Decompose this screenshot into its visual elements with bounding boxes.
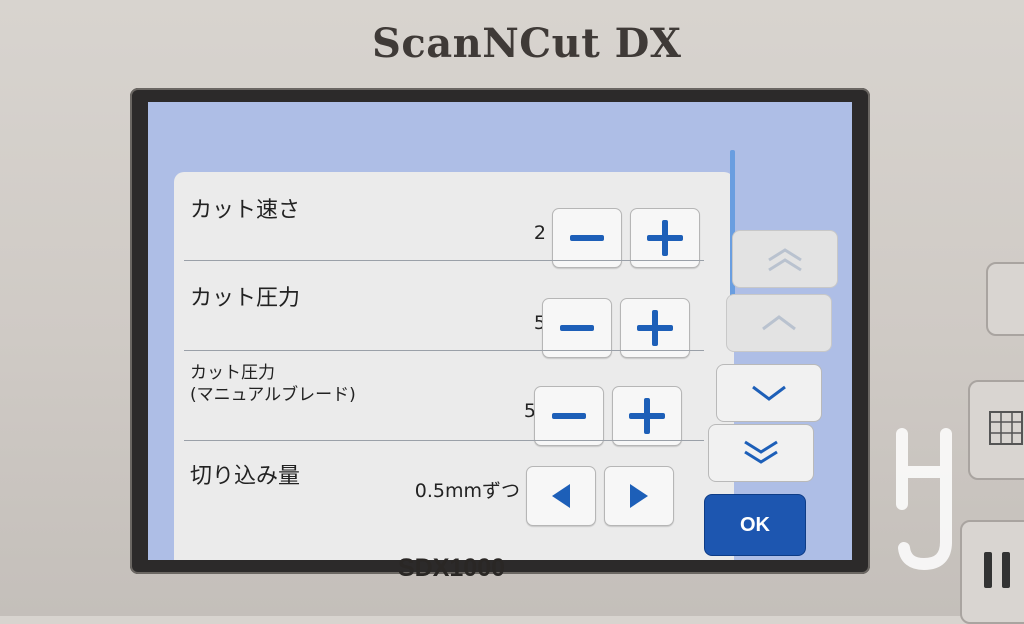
double-chevron-down-icon — [744, 440, 778, 464]
setting-label: カット圧力 — [190, 286, 301, 311]
page-down-button[interactable] — [708, 424, 814, 482]
plus-icon — [637, 310, 673, 346]
chevron-down-icon — [752, 385, 786, 401]
setting-label: カット圧力 (マニュアルブレード) — [190, 363, 356, 405]
increase-button[interactable] — [620, 298, 690, 358]
minus-icon — [570, 235, 604, 241]
right-arrow-button[interactable] — [604, 466, 674, 526]
setting-row-manual-blade-pressure: カット圧力 (マニュアルブレード) 5 — [174, 352, 734, 446]
left-arrow-button[interactable] — [526, 466, 596, 526]
setting-value: 2 — [533, 222, 546, 244]
triangle-left-icon — [552, 484, 570, 508]
ok-button[interactable]: OK — [704, 494, 806, 556]
hardware-key[interactable] — [986, 262, 1024, 336]
minus-icon — [560, 325, 594, 331]
page-up-button[interactable] — [732, 230, 838, 288]
setting-value: 0.5mmずつ — [414, 480, 520, 502]
scroll-down-button[interactable] — [716, 364, 822, 422]
setting-row-cut-pressure: カット圧力 5 — [174, 262, 734, 358]
minus-icon — [552, 413, 586, 419]
setting-label: 切り込み量 — [190, 464, 301, 489]
setting-row-cut-depth: 切り込み量 0.5mmずつ — [174, 442, 734, 528]
increase-button[interactable] — [612, 386, 682, 446]
divider — [184, 440, 704, 441]
plus-icon — [629, 398, 665, 434]
setting-row-cut-speed: カット速さ 2 — [174, 172, 734, 268]
setting-label: カット速さ — [190, 198, 301, 223]
triangle-right-icon — [630, 484, 648, 508]
double-chevron-up-icon — [768, 248, 802, 272]
settings-panel: カット速さ 2 カット圧力 5 カット圧力 (マニュアルブレード) 5 切り込み… — [174, 172, 734, 560]
scroll-up-button[interactable] — [726, 294, 832, 352]
divider — [184, 260, 704, 261]
decrease-button[interactable] — [534, 386, 604, 446]
watermark-logo — [896, 428, 952, 571]
chevron-up-icon — [762, 315, 796, 331]
increase-button[interactable] — [630, 208, 700, 268]
touch-screen: カット速さ 2 カット圧力 5 カット圧力 (マニュアルブレード) 5 切り込み… — [148, 102, 852, 560]
brand-logo: ScanNCut DX — [372, 20, 682, 67]
plus-icon — [647, 220, 683, 256]
decrease-button[interactable] — [542, 298, 612, 358]
decrease-button[interactable] — [552, 208, 622, 268]
model-label: SDX1000 — [398, 554, 506, 582]
divider — [184, 350, 704, 351]
